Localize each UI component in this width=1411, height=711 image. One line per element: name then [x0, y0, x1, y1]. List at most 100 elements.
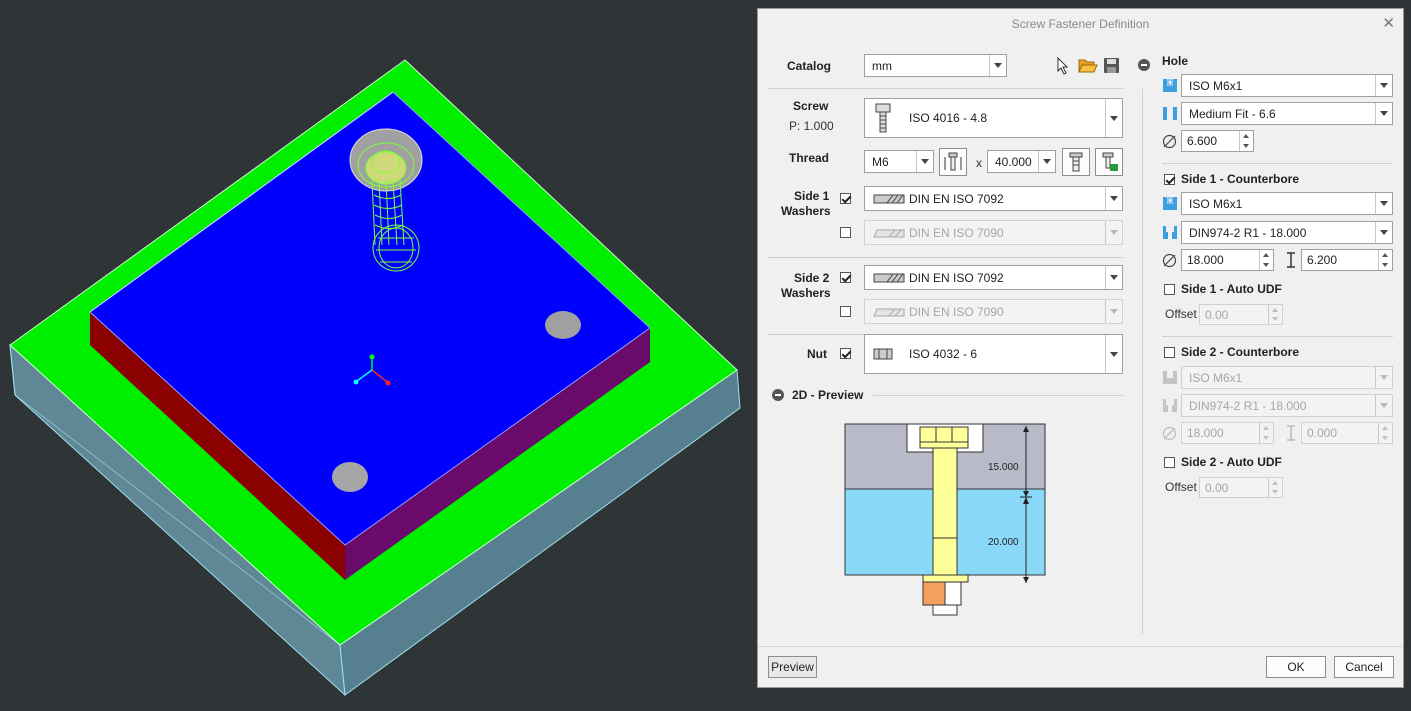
chevron-down-icon[interactable]	[916, 151, 933, 172]
chevron-down-icon[interactable]	[1375, 193, 1392, 214]
spin-buttons[interactable]	[1239, 131, 1253, 151]
chevron-down-icon[interactable]	[1105, 266, 1122, 289]
cancel-button[interactable]: Cancel	[1334, 656, 1394, 678]
preview-screw-head	[919, 426, 969, 443]
screw-placement-button[interactable]	[1095, 148, 1123, 176]
hole-type-icon	[1163, 79, 1177, 92]
side2-counterbore-depth-input[interactable]: 0.000	[1301, 422, 1393, 444]
side1-counterbore-checkbox[interactable]	[1164, 174, 1175, 185]
thread-times-symbol: x	[976, 156, 982, 170]
side2-washer1-dropdown[interactable]: DIN EN ISO 7092	[864, 265, 1123, 290]
side1-washer2-dropdown[interactable]: DIN EN ISO 7090	[864, 220, 1123, 245]
hole-fit-dropdown[interactable]: Medium Fit - 6.6	[1181, 102, 1393, 125]
side1-offset-value: 0.00	[1205, 307, 1229, 322]
side1-offset-label: Offset	[1165, 307, 1197, 321]
chevron-down-icon[interactable]	[1038, 151, 1055, 172]
side1-offset-input[interactable]: 0.00	[1199, 304, 1283, 325]
spin-buttons[interactable]	[1259, 423, 1273, 443]
thread-size-dropdown[interactable]: M6	[864, 150, 934, 173]
side2-counterbore-standard-dropdown[interactable]: DIN974-2 R1 - 18.000	[1181, 394, 1393, 417]
screw-label: Screw	[793, 99, 829, 113]
side2-washer2-dropdown[interactable]: DIN EN ISO 7090	[864, 299, 1123, 324]
thread-length-value: 40.000	[995, 154, 1032, 169]
ok-button[interactable]: OK	[1266, 656, 1326, 678]
preview-2d-drawing: 15.000 20.000	[844, 423, 1046, 616]
side2-auto-udf-checkbox[interactable]	[1164, 457, 1175, 468]
side1-counterbore-standard-dropdown[interactable]: DIN974-2 R1 - 18.000	[1181, 221, 1393, 244]
side2-washer2-checkbox[interactable]	[840, 306, 851, 317]
catalog-dropdown[interactable]: mm	[864, 54, 1007, 77]
catalog-label: Catalog	[787, 59, 832, 73]
side1-counterbore-depth-input[interactable]: 6.200	[1301, 249, 1393, 271]
counterbore-standard-icon	[1163, 226, 1177, 239]
side1-washers-label-line1: Side 1	[794, 189, 830, 203]
side1-washer1-dropdown[interactable]: DIN EN ISO 7092	[864, 186, 1123, 211]
close-icon[interactable]: ✕	[1382, 9, 1395, 39]
side2-counterbore-type-value: ISO M6x1	[1189, 370, 1243, 385]
side1-counterbore-standard-value: DIN974-2 R1 - 18.000	[1189, 225, 1307, 240]
thread-length-dropdown[interactable]: 40.000	[987, 150, 1056, 173]
spin-buttons[interactable]	[1378, 423, 1392, 443]
chevron-down-icon[interactable]	[1375, 367, 1392, 388]
chevron-down-icon[interactable]	[1375, 103, 1392, 124]
nut-checkbox[interactable]	[840, 348, 851, 359]
chevron-down-icon[interactable]	[989, 55, 1006, 76]
counterbore-standard-icon	[1163, 399, 1177, 412]
diameter-icon	[1162, 253, 1177, 268]
hole-diameter-input[interactable]: 6.600	[1181, 130, 1254, 152]
depth-icon	[1287, 425, 1295, 441]
spin-buttons[interactable]	[1268, 478, 1282, 497]
side2-counterbore-checkbox[interactable]	[1164, 347, 1175, 358]
side1-counterbore-label: Side 1 - Counterbore	[1181, 172, 1300, 186]
side2-washer1-value: DIN EN ISO 7092	[909, 270, 1004, 285]
chevron-down-icon[interactable]	[1105, 300, 1122, 323]
side2-counterbore-diameter-value: 18.000	[1187, 426, 1224, 440]
open-folder-icon[interactable]	[1078, 57, 1098, 74]
model-view	[9, 59, 741, 697]
side1-auto-udf-checkbox[interactable]	[1164, 284, 1175, 295]
screw-options-icon	[1069, 152, 1083, 172]
hole-type-dropdown[interactable]: ISO M6x1	[1181, 74, 1393, 97]
side2-washer1-checkbox[interactable]	[840, 272, 851, 283]
chevron-down-icon[interactable]	[1105, 335, 1122, 373]
chevron-down-icon[interactable]	[1105, 99, 1122, 137]
chevron-down-icon[interactable]	[1375, 222, 1392, 243]
spin-buttons[interactable]	[1268, 305, 1282, 324]
side1-washer2-checkbox[interactable]	[840, 227, 851, 238]
side2-counterbore-diameter-input[interactable]: 18.000	[1181, 422, 1274, 444]
3d-viewport[interactable]	[0, 0, 760, 708]
side1-counterbore-type-value: ISO M6x1	[1189, 196, 1243, 211]
side2-counterbore-type-dropdown[interactable]: ISO M6x1	[1181, 366, 1393, 389]
dialog-title: Screw Fastener Definition	[1011, 17, 1150, 31]
collapse-preview-icon[interactable]	[772, 389, 784, 401]
side1-washer1-value: DIN EN ISO 7092	[909, 191, 1004, 206]
chevron-down-icon[interactable]	[1375, 75, 1392, 96]
side1-counterbore-diameter-input[interactable]: 18.000	[1181, 249, 1274, 271]
side2-offset-label: Offset	[1165, 480, 1197, 494]
hole-left	[332, 462, 368, 492]
chevron-down-icon[interactable]	[1105, 221, 1122, 244]
hole-diameter-value: 6.600	[1187, 134, 1218, 148]
side2-counterbore-standard-value: DIN974-2 R1 - 18.000	[1189, 398, 1307, 413]
spin-buttons[interactable]	[1378, 250, 1392, 270]
screw-options-button[interactable]	[1062, 148, 1090, 176]
chevron-down-icon[interactable]	[1105, 187, 1122, 210]
washer-thumbnail-icon	[873, 229, 905, 237]
select-pointer-icon[interactable]	[1056, 57, 1070, 75]
side2-counterbore-depth-value: 0.000	[1307, 426, 1338, 440]
side1-counterbore-type-dropdown[interactable]: ISO M6x1	[1181, 192, 1393, 215]
save-disk-icon[interactable]	[1103, 57, 1120, 74]
screw-dropdown[interactable]: ISO 4016 - 4.8	[864, 98, 1123, 138]
side2-offset-input[interactable]: 0.00	[1199, 477, 1283, 498]
screw-placement-icon	[1102, 152, 1118, 171]
thread-length-button[interactable]	[939, 148, 967, 176]
chevron-down-icon[interactable]	[1375, 395, 1392, 416]
hole-type-value: ISO M6x1	[1189, 78, 1243, 93]
preview-button[interactable]: Preview	[768, 656, 817, 678]
nut-dropdown[interactable]: ISO 4032 - 6	[864, 334, 1123, 374]
spin-buttons[interactable]	[1259, 250, 1273, 270]
collapse-hole-icon[interactable]	[1138, 59, 1150, 71]
nut-value: ISO 4032 - 6	[909, 347, 978, 361]
preview-section-label: 2D - Preview	[792, 388, 864, 402]
side1-washer1-checkbox[interactable]	[840, 193, 851, 204]
